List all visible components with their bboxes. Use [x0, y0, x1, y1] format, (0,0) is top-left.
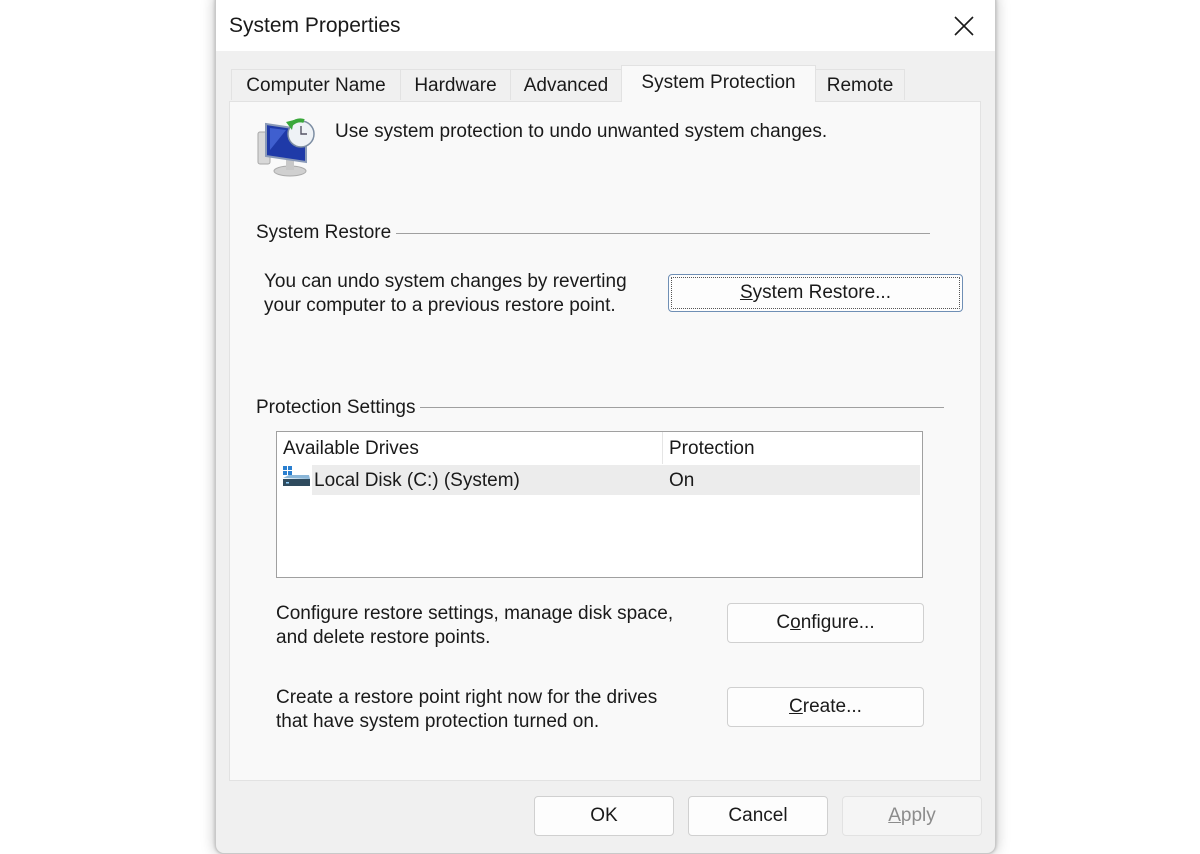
configure-button[interactable]: Configure... [727, 603, 924, 643]
description-line: and delete restore points. [276, 627, 491, 648]
create-button[interactable]: Create... [727, 687, 924, 727]
mnemonic: A [888, 805, 901, 826]
apply-button: Apply [842, 796, 982, 836]
system-restore-description: You can undo system changes by reverting… [264, 270, 627, 318]
column-header-available-drives[interactable]: Available Drives [283, 432, 419, 464]
system-protection-panel: Use system protection to undo unwanted s… [229, 101, 981, 781]
title-bar: System Properties [216, 0, 995, 51]
description-line: You can undo system changes by reverting [264, 271, 627, 292]
drive-name: Local Disk (C:) (System) [314, 470, 520, 491]
mnemonic: C [789, 696, 803, 717]
system-restore-group-label: System Restore [256, 222, 397, 244]
mnemonic: S [739, 282, 753, 303]
drive-row[interactable]: Local Disk (C:) (System) On [312, 465, 920, 495]
protection-settings-group-label: Protection Settings [256, 397, 421, 419]
description-line: your computer to a previous restore poin… [264, 295, 616, 316]
tab-hardware[interactable]: Hardware [400, 69, 511, 100]
system-restore-icon [256, 116, 320, 178]
label-part: C [776, 612, 791, 633]
close-button[interactable] [933, 1, 995, 51]
list-header: Available Drives Protection [277, 432, 922, 464]
mnemonic: o [790, 612, 801, 633]
label-part: ystem Restore... [752, 282, 891, 303]
description-line: Configure restore settings, manage disk … [276, 603, 674, 624]
description-line: Create a restore point right now for the… [276, 687, 658, 708]
system-properties-dialog: System Properties Computer Name Hardware… [215, 0, 996, 854]
system-restore-button[interactable]: System Restore... [668, 274, 963, 312]
description-line: that have system protection turned on. [276, 711, 600, 732]
tab-advanced[interactable]: Advanced [510, 69, 622, 100]
label-part: reate... [802, 696, 862, 717]
drive-protection-status: On [669, 470, 695, 491]
tab-remote[interactable]: Remote [815, 69, 905, 100]
configure-description: Configure restore settings, manage disk … [276, 602, 673, 650]
label-part: pply [900, 805, 936, 826]
window-title: System Properties [229, 14, 401, 37]
cancel-button[interactable]: Cancel [688, 796, 828, 836]
label-part: nfigure... [800, 612, 875, 633]
drives-list[interactable]: Available Drives Protection Local Disk (… [276, 431, 923, 578]
close-icon [954, 16, 974, 36]
tab-computer-name[interactable]: Computer Name [231, 69, 401, 100]
create-description: Create a restore point right now for the… [276, 686, 657, 734]
ok-button[interactable]: OK [534, 796, 674, 836]
column-header-protection[interactable]: Protection [669, 432, 755, 464]
column-separator[interactable] [662, 432, 663, 464]
system-drive-icon [283, 466, 311, 488]
intro-text: Use system protection to undo unwanted s… [335, 121, 828, 142]
tab-system-protection[interactable]: System Protection [621, 65, 816, 102]
